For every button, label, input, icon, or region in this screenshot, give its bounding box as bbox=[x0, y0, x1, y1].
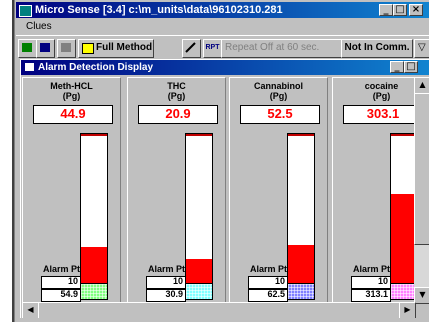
rpt-button[interactable]: RPT bbox=[203, 39, 222, 58]
reading-value: 52.5 bbox=[240, 105, 320, 124]
title-bar[interactable]: Micro Sense [3.4] c:\m_units\data\961023… bbox=[16, 2, 429, 18]
alarm-pt-value[interactable]: 10 bbox=[41, 276, 81, 289]
edit-button[interactable] bbox=[182, 39, 201, 58]
scroll-down-button[interactable]: ▼ bbox=[414, 287, 429, 304]
method-icon bbox=[82, 43, 94, 54]
gauge-fill bbox=[81, 246, 107, 284]
comm-status: Not In Comm. bbox=[341, 39, 413, 58]
method-button[interactable]: Full Method bbox=[78, 39, 154, 58]
panel-cannabinol: Cannabinol (Pg) 52.5 Alarm Pt 10 62.5 bbox=[229, 77, 328, 304]
horizontal-scroll-thumb[interactable] bbox=[38, 302, 400, 319]
panel-unit: (Pg) bbox=[269, 91, 288, 101]
vertical-scrollbar[interactable]: ▲ ▼ bbox=[414, 77, 429, 304]
horizontal-scrollbar[interactable]: ◀ ▶ bbox=[22, 302, 416, 319]
gauge-fill bbox=[288, 245, 314, 284]
color-swatch bbox=[185, 283, 213, 300]
window-title: Micro Sense [3.4] c:\m_units\data\961023… bbox=[35, 4, 283, 16]
alarm-pt-label: Alarm Pt bbox=[353, 264, 391, 274]
printer-icon bbox=[61, 43, 71, 52]
level-gauge bbox=[185, 133, 213, 285]
scroll-right-button[interactable]: ▶ bbox=[399, 302, 416, 319]
method-label: Full Method bbox=[96, 42, 153, 53]
arrow-right-icon: ▶ bbox=[404, 305, 411, 314]
child-window-title: Alarm Detection Display bbox=[38, 62, 154, 73]
scroll-up-button[interactable]: ▲ bbox=[414, 77, 429, 94]
pencil-icon bbox=[185, 42, 196, 53]
repeat-status: Repeat Off at 60 sec. bbox=[221, 39, 342, 58]
save-button[interactable] bbox=[36, 39, 55, 58]
minimize-button[interactable]: _ bbox=[379, 4, 393, 16]
alarm-pt-label: Alarm Pt bbox=[148, 264, 186, 274]
save-icon bbox=[40, 43, 50, 52]
panel-unit: (Pg) bbox=[62, 91, 81, 101]
peak-value: 313.1 bbox=[351, 289, 391, 302]
child-window-icon bbox=[25, 63, 34, 71]
desktop-strip bbox=[0, 0, 14, 322]
panel-thc: THC (Pg) 20.9 Alarm Pt 10 30.9 bbox=[127, 77, 226, 304]
peak-value: 30.9 bbox=[146, 289, 186, 302]
app-icon bbox=[19, 5, 32, 17]
menu-bar: Clues bbox=[16, 20, 429, 34]
alarm-pt-value[interactable]: 10 bbox=[351, 276, 391, 289]
filter-button[interactable]: ▽ bbox=[414, 39, 429, 58]
peak-value: 62.5 bbox=[248, 289, 288, 302]
reading-value: 303.1 bbox=[343, 105, 423, 124]
panel-name: Cannabinol bbox=[254, 81, 303, 91]
panel-name: THC bbox=[167, 81, 186, 91]
window-bottom-edge bbox=[16, 318, 429, 322]
menu-item-clues[interactable]: Clues bbox=[26, 20, 52, 34]
funnel-icon: ▽ bbox=[418, 42, 426, 53]
gauge-fill bbox=[186, 258, 212, 284]
open-button[interactable] bbox=[18, 39, 37, 58]
alarm-pt-value[interactable]: 10 bbox=[248, 276, 288, 289]
panel-name: Meth-HCL bbox=[50, 81, 93, 91]
arrow-up-icon: ▲ bbox=[419, 80, 426, 89]
open-icon bbox=[22, 43, 32, 52]
scroll-left-button[interactable]: ◀ bbox=[22, 302, 39, 319]
gauge-area: Meth-HCL (Pg) 44.9 Alarm Pt 10 54.9 THC … bbox=[22, 77, 429, 304]
child-maximize-button[interactable]: □ bbox=[404, 61, 418, 73]
level-gauge bbox=[80, 133, 108, 285]
vertical-scroll-thumb[interactable] bbox=[414, 93, 429, 245]
reading-value: 20.9 bbox=[138, 105, 218, 124]
level-gauge bbox=[287, 133, 315, 285]
color-swatch bbox=[287, 283, 315, 300]
alarm-pt-value[interactable]: 10 bbox=[146, 276, 186, 289]
toolbar: Full Method RPT Repeat Off at 60 sec. No… bbox=[16, 35, 429, 58]
panel-meth-hcl: Meth-HCL (Pg) 44.9 Alarm Pt 10 54.9 bbox=[22, 77, 121, 304]
maximize-button[interactable]: □ bbox=[393, 4, 407, 16]
alarm-pt-label: Alarm Pt bbox=[250, 264, 288, 274]
reading-value: 44.9 bbox=[33, 105, 113, 124]
peak-value: 54.9 bbox=[41, 289, 81, 302]
arrow-left-icon: ◀ bbox=[27, 305, 34, 314]
color-swatch bbox=[80, 283, 108, 300]
child-title-bar[interactable]: Alarm Detection Display _ □ bbox=[21, 60, 429, 75]
panel-unit: (Pg) bbox=[167, 91, 186, 101]
arrow-down-icon: ▼ bbox=[419, 290, 426, 299]
close-button[interactable]: × bbox=[409, 4, 423, 16]
print-button[interactable] bbox=[57, 39, 76, 58]
alarm-pt-label: Alarm Pt bbox=[43, 264, 81, 274]
child-minimize-button[interactable]: _ bbox=[390, 61, 404, 73]
